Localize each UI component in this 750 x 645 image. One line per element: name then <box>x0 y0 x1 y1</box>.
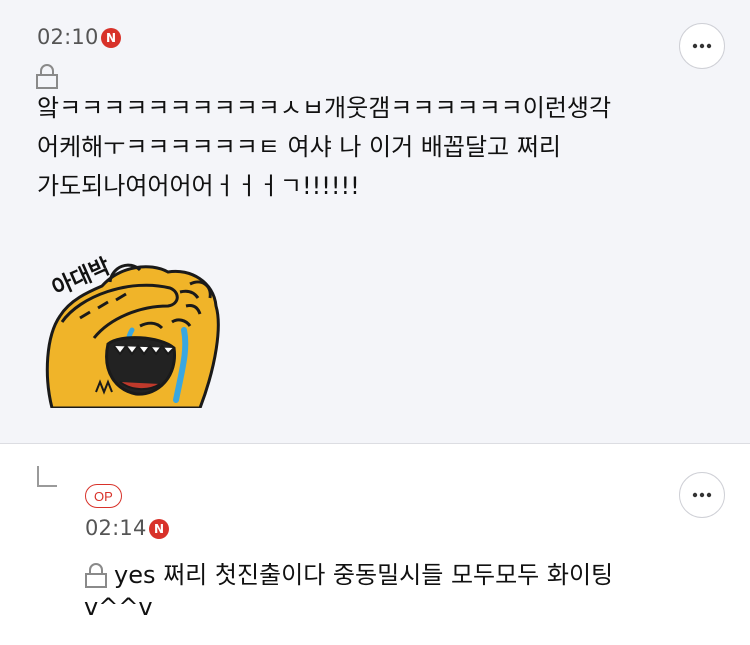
more-options-button[interactable] <box>679 472 725 518</box>
comment-line: v^^v <box>84 593 153 621</box>
lock-icon <box>36 64 58 89</box>
reply-item: OP 02:14 N yes 쩌리 첫진출이다 중동밀시들 모두모두 화이팅 v… <box>0 444 750 644</box>
more-dots-icon <box>692 43 712 49</box>
comment-line: 어케해ㅜㅋㅋㅋㅋㅋㅋㅌ 여샤 나 이거 배꼽달고 쩌리 <box>37 133 561 161</box>
comment-body: 앜ㅋㅋㅋㅋㅋㅋㅋㅋㅋㅋㅅㅂ개웃갬ㅋㅋㅋㅋㅋㅋ이런생각 어케해ㅜㅋㅋㅋㅋㅋㅋㅌ 여… <box>37 89 611 206</box>
op-badge: OP <box>85 484 122 508</box>
new-badge: N <box>149 519 169 539</box>
comment-line: 앜ㅋㅋㅋㅋㅋㅋㅋㅋㅋㅋㅅㅂ개웃갬ㅋㅋㅋㅋㅋㅋ이런생각 <box>37 94 612 122</box>
crying-laughing-tiger-sticker[interactable]: 아대박 <box>40 226 230 408</box>
more-dots-icon <box>692 492 712 498</box>
reply-arrow-icon <box>37 466 57 487</box>
more-options-button[interactable] <box>679 23 725 69</box>
comment-line: 가도되나여어어어ㅓㅓㅓㄱ!!!!!! <box>37 172 360 200</box>
comment-item: 02:10 N 앜ㅋㅋㅋㅋㅋㅋㅋㅋㅋㅋㅅㅂ개웃갬ㅋㅋㅋㅋㅋㅋ이런생각 어케해ㅜㅋ… <box>0 0 750 444</box>
comment-body: yes 쩌리 첫진출이다 중동밀시들 모두모두 화이팅 v^^v <box>84 559 613 623</box>
comment-time: 02:10 <box>37 25 99 49</box>
comment-line: yes 쩌리 첫진출이다 중동밀시들 모두모두 화이팅 <box>114 561 614 589</box>
new-badge: N <box>101 28 121 48</box>
comment-time: 02:14 <box>85 516 147 540</box>
